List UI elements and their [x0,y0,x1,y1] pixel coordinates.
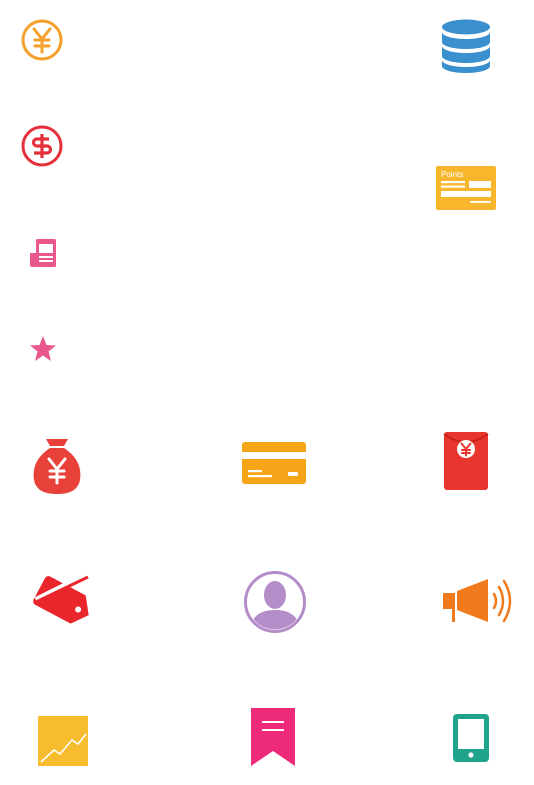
credit-card-icon [242,442,306,484]
bookmark-icon [251,708,295,766]
tablet-icon [453,714,489,762]
tag-off-icon [33,573,89,624]
yen-circle-icon [21,19,63,61]
trend-chart-icon [38,716,88,766]
money-bag-icon [33,439,81,494]
points-card-icon: Points [436,166,496,210]
megaphone-icon [443,579,512,623]
database-icon [442,19,490,73]
red-envelope-icon [443,432,489,490]
star-icon [30,336,56,361]
dollar-circle-icon [21,125,63,167]
user-avatar-icon [244,571,306,633]
points-card-label: Points [441,170,463,179]
receipt-icon [30,239,56,267]
